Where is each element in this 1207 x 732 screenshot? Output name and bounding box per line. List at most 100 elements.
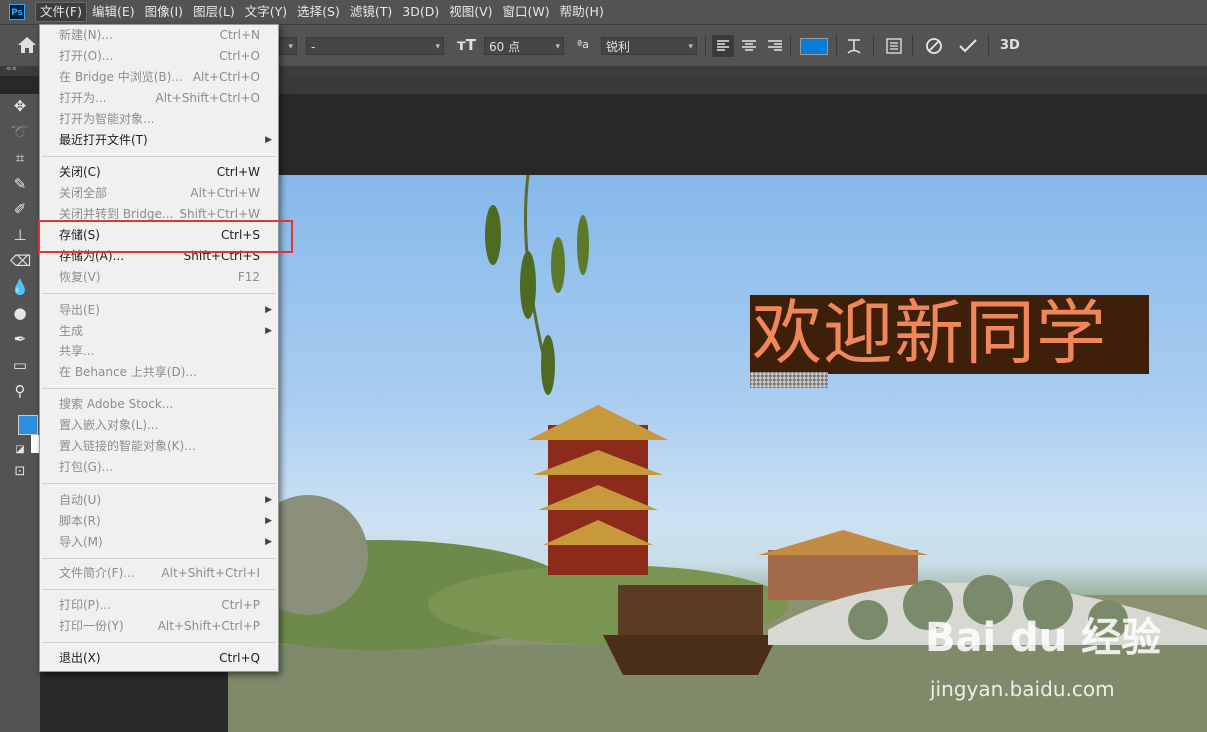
separator (705, 35, 706, 57)
cancel-icon[interactable] (925, 37, 943, 55)
menu-view[interactable]: 视图(V) (444, 0, 497, 24)
default-colors-icon[interactable]: ◪ (10, 440, 30, 460)
menu-item-file-info[interactable]: 文件简介(F)... Alt+Shift+Ctrl+I (40, 563, 278, 584)
chevron-down-icon: ▾ (688, 42, 693, 52)
menu-filter[interactable]: 滤镜(T) (345, 0, 397, 24)
menu-item-revert[interactable]: 恢复(V) F12 (40, 267, 278, 288)
menu-item-package[interactable]: 打包(G)... (40, 457, 278, 478)
submenu-arrow-icon: ▶ (265, 495, 272, 505)
menu-select[interactable]: 选择(S) (292, 0, 345, 24)
align-center-icon[interactable] (739, 35, 759, 57)
3d-icon[interactable]: 3D (1000, 38, 1020, 53)
menu-item-share-behance[interactable]: 在 Behance 上共享(D)... (40, 362, 278, 383)
move-tool-icon[interactable]: ✥ (10, 96, 30, 116)
menu-help[interactable]: 帮助(H) (555, 0, 609, 24)
font-size-icon: ᴛT (457, 36, 476, 54)
menu-separator (42, 642, 276, 643)
menu-item-print[interactable]: 打印(P)... Ctrl+P (40, 595, 278, 616)
font-size-select[interactable]: 60 点 ▾ (484, 37, 564, 55)
menu-item-scripts[interactable]: 脚本(R) ▶ (40, 511, 278, 532)
font-family-select-edge[interactable]: ▾ (279, 37, 297, 55)
separator (790, 35, 791, 57)
align-left-icon[interactable] (712, 35, 734, 57)
transparency-checker (750, 372, 828, 388)
menu-item-print-one-copy[interactable]: 打印一份(Y) Alt+Shift+Ctrl+P (40, 616, 278, 637)
shape-tool-icon[interactable]: ▭ (10, 355, 30, 375)
file-menu-dropdown: 新建(N)... Ctrl+N 打开(O)... Ctrl+O 在 Bridge 中… (39, 24, 279, 672)
headline-text-layer[interactable]: 欢迎新同学 (750, 292, 1149, 374)
healing-brush-icon[interactable]: ✐ (10, 199, 30, 219)
align-right-icon[interactable] (765, 35, 785, 57)
crop-tool-icon[interactable]: ⌗ (10, 148, 30, 168)
eraser-tool-icon[interactable]: ⌫ (10, 251, 31, 271)
submenu-arrow-icon: ▶ (265, 537, 272, 547)
menu-item-search-stock[interactable]: 搜索 Adobe Stock... (40, 394, 278, 415)
warp-text-icon[interactable] (845, 36, 863, 56)
menu-item-export[interactable]: 导出(E) ▶ (40, 300, 278, 321)
menu-item-close[interactable]: 关闭(C) Ctrl+W (40, 162, 278, 183)
commit-checkmark-icon[interactable] (958, 37, 978, 55)
separator (988, 35, 989, 57)
menu-item-place-linked[interactable]: 置入链接的智能对象(K)... (40, 436, 278, 457)
menu-item-new[interactable]: 新建(N)... Ctrl+N (40, 25, 278, 46)
chevron-down-icon: ▾ (555, 42, 560, 52)
character-panel-icon[interactable] (885, 36, 903, 56)
antialias-select[interactable]: 锐利 ▾ (601, 37, 697, 55)
menu-edit[interactable]: 编辑(E) (87, 0, 140, 24)
home-icon[interactable] (17, 36, 37, 54)
menu-item-generate[interactable]: 生成 ▶ (40, 321, 278, 342)
menu-item-automate[interactable]: 自动(U) ▶ (40, 490, 278, 511)
menu-separator (42, 558, 276, 559)
antialias-icon: ªa (577, 38, 589, 51)
font-style-select[interactable]: - ▾ (306, 37, 444, 55)
menu-item-place-embedded[interactable]: 置入嵌入对象(L)... (40, 415, 278, 436)
pen-tool-icon[interactable]: ✒ (10, 329, 30, 349)
separator (912, 35, 913, 57)
separator (873, 35, 874, 57)
menu-item-import[interactable]: 导入(M) ▶ (40, 532, 278, 553)
menu-item-browse-bridge[interactable]: 在 Bridge 中浏览(B)... Alt+Ctrl+O (40, 67, 278, 88)
menu-image[interactable]: 图像(I) (140, 0, 188, 24)
separator (836, 35, 837, 57)
background-color-swatch[interactable] (31, 435, 39, 453)
submenu-arrow-icon: ▶ (265, 516, 272, 526)
menu-item-share[interactable]: 共享... (40, 341, 278, 362)
menu-type[interactable]: 文字(Y) (240, 0, 292, 24)
quick-mask-icon[interactable]: ⊡ (10, 462, 30, 482)
blur-tool-icon[interactable]: 💧 (10, 277, 30, 297)
foreground-color-swatch[interactable] (18, 415, 38, 435)
dodge-tool-icon[interactable]: ● (10, 303, 30, 323)
menu-3d[interactable]: 3D(D) (397, 0, 444, 24)
menu-layer[interactable]: 图层(L) (188, 0, 240, 24)
menu-separator (42, 483, 276, 484)
photoshop-logo-icon: Ps (9, 4, 25, 20)
chevron-down-icon: ▾ (435, 42, 440, 52)
menu-separator (42, 156, 276, 157)
menu-bar: Ps 文件(F) 编辑(E) 图像(I) 图层(L) 文字(Y) 选择(S) 滤… (0, 0, 1207, 24)
menu-item-open[interactable]: 打开(O)... Ctrl+O (40, 46, 278, 67)
menu-item-open-smart-object[interactable]: 打开为智能对象... (40, 109, 278, 130)
menu-separator (42, 388, 276, 389)
zoom-tool-icon[interactable]: ⚲ (10, 381, 30, 401)
brush-tool-icon[interactable]: ✎ (10, 174, 30, 194)
submenu-arrow-icon: ▶ (265, 326, 272, 336)
menu-item-open-as[interactable]: 打开为... Alt+Shift+Ctrl+O (40, 88, 278, 109)
menu-file[interactable]: 文件(F) (35, 2, 87, 22)
menu-separator (42, 293, 276, 294)
menu-window[interactable]: 窗口(W) (498, 0, 555, 24)
collapse-icon[interactable]: «« (6, 64, 17, 74)
tools-panel: ✥ ➰ ⌗ ✎ ✐ ⊥ ⌫ 💧 ● ✒ ▭ ⚲ (0, 94, 40, 732)
submenu-arrow-icon: ▶ (265, 135, 272, 145)
menu-item-close-all[interactable]: 关闭全部 Alt+Ctrl+W (40, 183, 278, 204)
watermark-brand: Bai du 经验 (925, 615, 1162, 661)
headline-text: 欢迎新同学 (752, 292, 1107, 374)
submenu-arrow-icon: ▶ (265, 305, 272, 315)
watermark-url: jingyan.baidu.com (930, 677, 1115, 701)
save-highlight-annotation (38, 220, 293, 253)
stamp-tool-icon[interactable]: ⊥ (10, 225, 30, 245)
text-color-swatch[interactable] (800, 38, 828, 55)
menu-item-recent-files[interactable]: 最近打开文件(T) ▶ (40, 130, 278, 151)
menu-separator (42, 589, 276, 590)
menu-item-exit[interactable]: 退出(X) Ctrl+Q (40, 648, 278, 669)
lasso-tool-icon[interactable]: ➰ (10, 122, 30, 142)
